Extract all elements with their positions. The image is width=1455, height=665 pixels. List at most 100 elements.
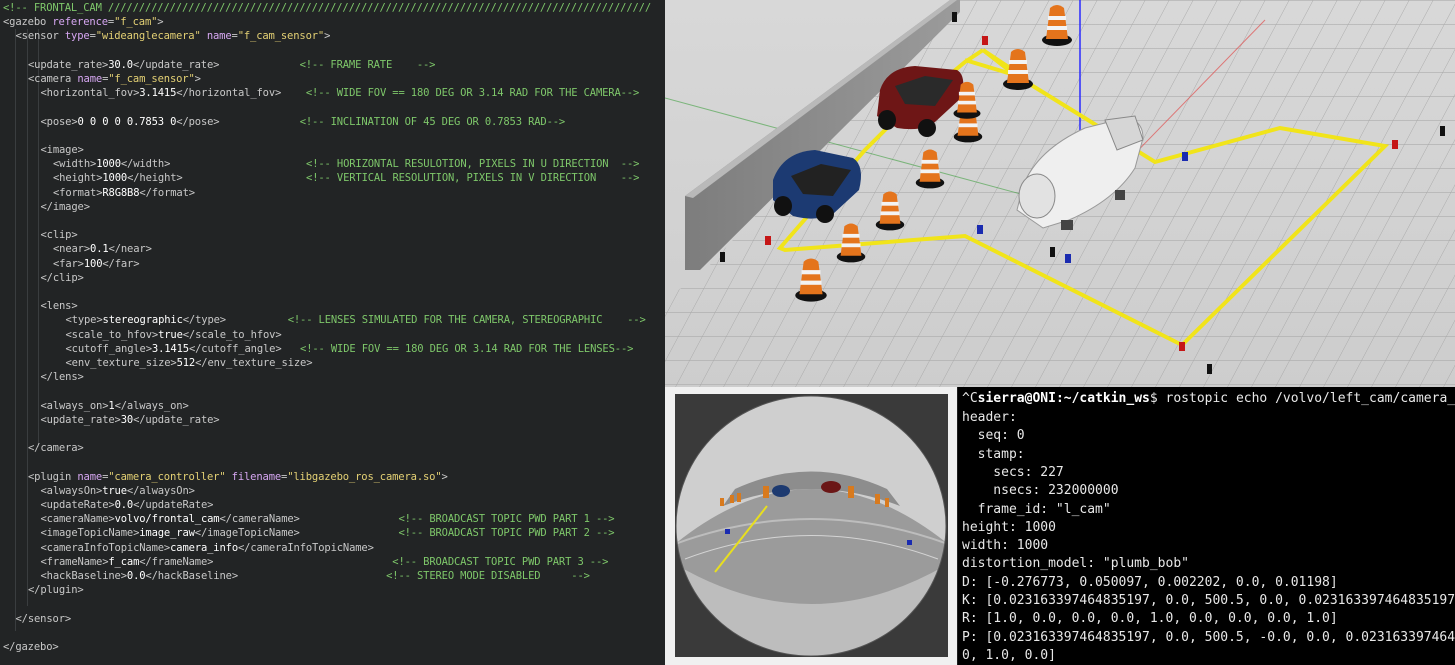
code-token: <!-- BROADCAST TOPIC PWD PART 3 --> (392, 555, 609, 568)
code-token: "f_cam_sensor" (237, 30, 325, 43)
code-token: 0.0 (126, 570, 146, 582)
code-token: <pose> (40, 115, 78, 128)
code-token: <horizontal_fov> (40, 87, 140, 100)
code-token: 3.1415 (151, 342, 189, 355)
terminal-prompt-line: ^Csierra@ONI:~/catkin_ws$ rostopic echo … (962, 389, 1455, 408)
code-token: <plugin (28, 470, 78, 483)
code-token: </lens> (40, 371, 84, 384)
code-token: </height> (127, 172, 307, 185)
code-line: <height>1000</height> <!-- VERTICAL RESO… (53, 171, 639, 185)
code-token: stereographic (102, 314, 183, 327)
code-token: </cameraName> (219, 513, 399, 526)
terminal-output-line: seq: 0 (962, 428, 1025, 444)
code-token: <!-- VERTICAL RESOLUTION, PIXELS IN V DI… (306, 172, 640, 185)
code-token: <format> (53, 186, 103, 199)
code-token: <scale_to_hfov> (65, 328, 159, 341)
simulation-scene (665, 0, 1455, 387)
code-token: <!-- BROADCAST TOPIC PWD PART 1 --> (398, 513, 615, 526)
code-token: <near> (53, 243, 91, 256)
terminal-output-line: header: (962, 410, 1017, 425)
code-token: </env_texture_size> (195, 357, 313, 369)
code-token: f_cam (108, 555, 140, 568)
code-token: <!-- STEREO MODE DISABLED --> (386, 570, 590, 582)
gazebo-3d-view[interactable] (665, 0, 1455, 387)
fisheye-render (675, 394, 948, 657)
code-line: </plugin> (28, 583, 84, 597)
code-token: > (324, 30, 331, 43)
code-line: <format>R8G8B8</format> (53, 186, 195, 200)
code-line: <cameraName>volvo/frontal_cam</cameraNam… (41, 512, 615, 526)
code-token: </always_on> (114, 399, 189, 412)
code-token: <far> (53, 257, 84, 270)
code-token: <!-- HORIZONTAL RESULOTION, PIXELS IN U … (306, 158, 640, 171)
terminal-output-line: R: [1.0, 0.0, 0.0, 0.0, 1.0, 0.0, 0.0, 0… (962, 611, 1338, 627)
code-token: > (157, 16, 164, 29)
code-token: </clip> (40, 271, 84, 284)
code-token: <image> (40, 144, 84, 156)
code-line: <sensor type="wideanglecamera" name="f_c… (16, 29, 331, 43)
terminal-output-line: secs: 227 (962, 464, 1064, 480)
code-token: </update_rate> (132, 58, 300, 71)
terminal-output-line: frame_id: "l_cam" (962, 501, 1111, 517)
code-token: </image> (40, 200, 91, 213)
code-token: "camera_controller" (108, 470, 226, 483)
code-token: <camera (28, 73, 78, 85)
code-line: <plugin name="camera_controller" filenam… (28, 470, 448, 484)
code-line: <imageTopicName>image_raw</imageTopicNam… (41, 526, 615, 540)
code-token: <cameraInfoTopicName> (40, 541, 171, 554)
code-token: <clip> (40, 229, 78, 242)
code-line: <updateRate>0.0</updateRate> (41, 498, 214, 512)
code-token: image_raw (139, 527, 195, 540)
prompt-path: :~/catkin_ws (1055, 391, 1150, 406)
code-line: </gazebo> (3, 640, 59, 654)
code-token: "libgazebo_ros_camera.so" (287, 470, 442, 483)
code-token: <alwaysOn> (40, 484, 103, 497)
code-token: true (102, 484, 127, 497)
code-token: 1000 (96, 158, 121, 171)
code-token: 30 (120, 413, 134, 426)
code-token: <cutoff_angle> (65, 342, 153, 355)
code-token: 100 (83, 257, 103, 270)
code-line: <clip> (41, 228, 78, 242)
code-token: <!-- BROADCAST TOPIC PWD PART 2 --> (398, 527, 615, 540)
code-line: <camera name="f_cam_sensor"> (28, 72, 201, 86)
code-line: <cameraInfoTopicName>camera_info</camera… (41, 541, 374, 555)
code-token: <always_on> (40, 399, 109, 412)
code-token: filename (231, 470, 282, 483)
code-line: </lens> (41, 370, 84, 384)
code-line: </sensor> (16, 612, 72, 626)
code-token: true (158, 328, 183, 341)
code-token: </imageTopicName> (194, 527, 399, 540)
code-token: </scale_to_hfov> (182, 328, 282, 341)
prompt-command: $ rostopic echo /volvo/left_cam/camera_i… (1149, 391, 1455, 406)
code-token: <env_texture_size> (65, 357, 177, 369)
code-token: camera_info (170, 541, 238, 554)
code-line: <image> (41, 143, 84, 157)
code-token: name (77, 470, 103, 483)
code-line: <always_on>1</always_on> (41, 399, 189, 413)
code-line: <env_texture_size>512</env_texture_size> (66, 356, 313, 370)
code-token: </camera> (28, 442, 84, 455)
terminal-window[interactable]: ^Csierra@ONI:~/catkin_ws$ rostopic echo … (958, 387, 1455, 665)
code-token: </near> (108, 243, 152, 256)
code-line: <lens> (41, 299, 78, 313)
code-line: <far>100</far> (53, 257, 140, 271)
terminal-output-line: width: 1000 (962, 538, 1049, 554)
code-token: 0 0 0 0 0.7853 0 (77, 115, 177, 128)
code-token: 0.1 (90, 243, 109, 256)
code-line: </clip> (41, 271, 84, 285)
code-token: </plugin> (28, 584, 84, 597)
code-token: reference (52, 16, 108, 29)
code-line: <update_rate>30.0</update_rate> <!-- FRA… (28, 58, 435, 72)
code-token: </frameName> (139, 555, 393, 568)
code-line: </image> (40, 200, 91, 214)
code-line: <update_rate>30</update_rate> (41, 413, 220, 427)
prompt-user: sierra@ONI (977, 391, 1056, 406)
xml-code-editor[interactable]: <!-- FRONTAL_CAM ///////////////////////… (0, 0, 665, 665)
code-token: <imageTopicName> (40, 527, 140, 540)
code-token: <cameraName> (40, 513, 115, 526)
code-token: </gazebo> (3, 641, 59, 653)
code-token: <hackBaseline> (40, 570, 128, 582)
code-token: <update_rate> (40, 413, 121, 426)
code-line: <scale_to_hfov>true</scale_to_hfov> (66, 328, 282, 342)
